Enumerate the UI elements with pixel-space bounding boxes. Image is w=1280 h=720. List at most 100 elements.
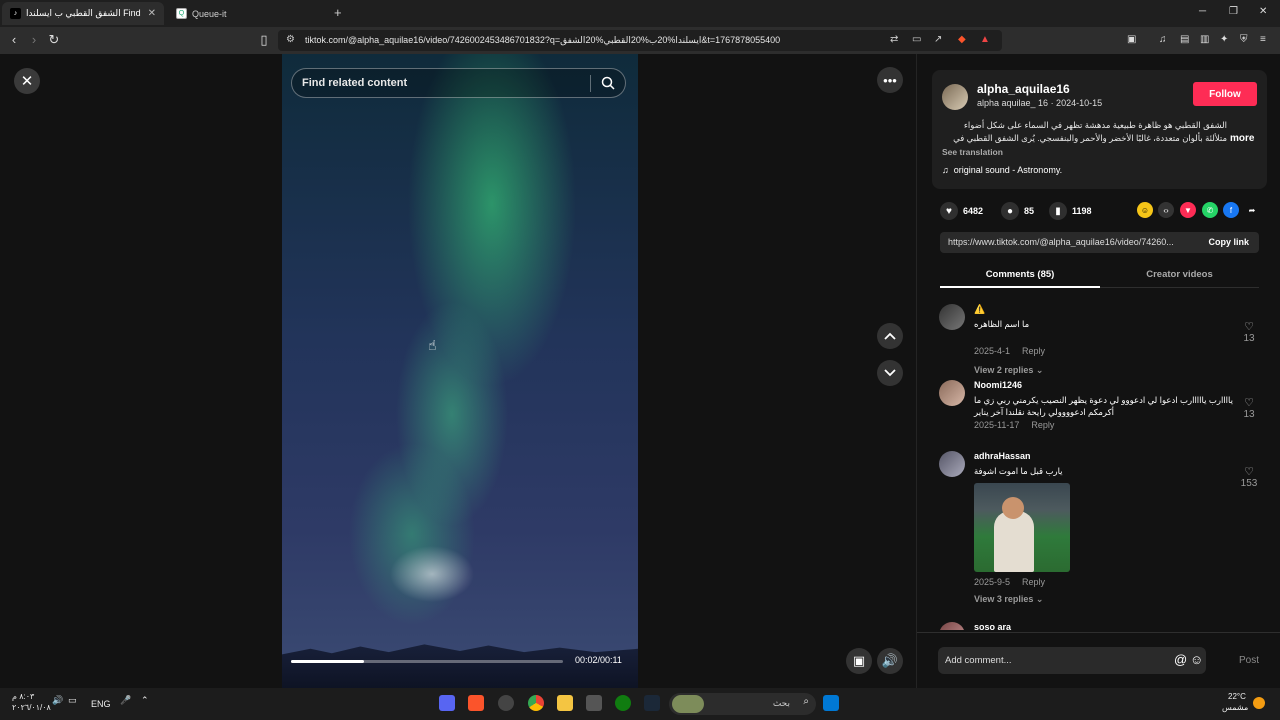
previous-video-button[interactable] (877, 323, 903, 349)
comment-author[interactable]: Noomi1246 (974, 380, 1022, 390)
video-link[interactable]: https://www.tiktok.com/@alpha_aquilae16/… (948, 237, 1193, 247)
embed-icon[interactable]: ‹› (1158, 202, 1174, 218)
video-progress-bar[interactable] (291, 660, 563, 663)
network-icon[interactable]: ▭ (68, 695, 77, 706)
forward-icon[interactable]: › (26, 32, 42, 47)
menu-icon[interactable]: ≡ (1260, 34, 1266, 45)
url-text: tiktok.com/@alpha_aquilae16/video/742600… (305, 35, 781, 45)
site-info-icon[interactable]: ⚙ (286, 34, 295, 45)
mini-player-icon[interactable]: ▣ (846, 648, 872, 674)
mention-icon[interactable]: @ (1174, 652, 1187, 667)
comment-like-button[interactable]: ♡ 153 (1239, 465, 1259, 489)
comment-author[interactable]: soso ara (974, 622, 1011, 630)
divider (590, 75, 591, 92)
media-icon[interactable]: ♫ (1159, 34, 1167, 45)
microphone-icon[interactable]: 🎤 (120, 695, 131, 706)
brave-rewards-icon[interactable]: ▲ (980, 34, 990, 45)
store-icon[interactable] (586, 695, 602, 711)
share-icon[interactable]: ↗ (934, 34, 942, 45)
close-video-button[interactable]: ✕ (14, 68, 40, 94)
follow-button[interactable]: Follow (1193, 82, 1257, 106)
comment-input[interactable]: Add comment... @ ☺ (938, 647, 1206, 674)
chrome-icon[interactable] (528, 695, 544, 711)
avatar[interactable] (942, 84, 968, 110)
back-icon[interactable]: ‹ (6, 32, 22, 47)
share-arrow-icon[interactable]: ➦ (1244, 202, 1260, 218)
repost-icon[interactable]: ▼ (1180, 202, 1196, 218)
plus-icon[interactable]: + (334, 5, 342, 20)
chevron-up-icon[interactable]: ⌃ (141, 695, 149, 706)
minimize-icon[interactable]: ─ (1199, 6, 1206, 17)
screenshot-icon[interactable]: ▣ (1127, 34, 1136, 45)
tab-queue-it[interactable]: Q Queue-it (168, 2, 328, 25)
translate-icon[interactable]: ⇄ (890, 34, 898, 45)
aurora-video[interactable] (282, 54, 638, 688)
brave-shield-icon[interactable]: ◆ (958, 34, 966, 45)
windows-start-icon[interactable] (823, 695, 839, 711)
more-options-icon[interactable]: ••• (877, 67, 903, 93)
weather-sun-icon[interactable] (1253, 697, 1265, 709)
emoji-icon[interactable]: ☺ (1190, 652, 1203, 667)
weather-desc[interactable]: مشمس (1222, 703, 1248, 712)
heart-icon: ♥ (940, 202, 958, 220)
weather-temp[interactable]: 22°C (1228, 692, 1246, 701)
volume-icon[interactable]: 🔊 (52, 695, 63, 706)
file-explorer-icon[interactable] (557, 695, 573, 711)
search-icon[interactable] (601, 76, 615, 95)
tab-tiktok[interactable]: ♪ الشفق القطبي ب ايسلندا Find ✕ (2, 2, 164, 25)
vpn-icon[interactable]: ⛨ (1240, 34, 1248, 45)
avatar[interactable] (939, 622, 965, 630)
comment-author[interactable]: adhraHassan (974, 451, 1031, 461)
comment-like-button[interactable]: ♡ 13 (1239, 396, 1259, 420)
xbox-icon[interactable] (615, 695, 631, 711)
avatar[interactable] (939, 304, 965, 330)
clock-date[interactable]: ٢٠٢٦/٠١/٠٨ (12, 703, 51, 712)
tab-comments[interactable]: Comments (85) (940, 269, 1100, 280)
view-replies-button[interactable]: View 2 replies ⌄ (974, 365, 1043, 376)
comment-button[interactable]: ● 85 (1001, 202, 1034, 220)
leo-icon[interactable]: ✦ (1220, 34, 1228, 45)
comment-author[interactable]: ⚠️ (974, 304, 985, 315)
see-translation-link[interactable]: See translation (942, 147, 1003, 157)
clock-time[interactable]: ٨:٠٣ م (12, 692, 34, 701)
avatar[interactable] (939, 451, 965, 477)
steam-icon[interactable] (644, 695, 660, 711)
author-username[interactable]: alpha_aquilae16 (977, 82, 1070, 96)
coin-icon[interactable]: ☺ (1137, 202, 1153, 218)
close-tab-icon[interactable]: ✕ (148, 8, 156, 19)
facebook-icon[interactable]: f (1223, 202, 1239, 218)
sound-title: original sound - Astronomy. (953, 165, 1063, 175)
post-button[interactable]: Post (1239, 655, 1259, 666)
avatar[interactable] (939, 380, 965, 406)
whatsapp-icon[interactable]: ✆ (1202, 202, 1218, 218)
reply-button[interactable]: Reply (1022, 346, 1045, 356)
address-bar[interactable]: ⚙ tiktok.com/@alpha_aquilae16/video/7426… (278, 30, 1002, 51)
related-search-input[interactable]: Find related content (291, 68, 626, 98)
comment-image[interactable] (974, 483, 1070, 572)
copy-link-button[interactable]: Copy link (1208, 237, 1249, 247)
save-button[interactable]: ▮ 1198 (1049, 202, 1092, 220)
brave-icon[interactable] (468, 695, 484, 711)
comment-like-button[interactable]: ♡ 13 (1239, 320, 1259, 344)
view-replies-button[interactable]: View 3 replies ⌄ (974, 594, 1043, 605)
sound-link[interactable]: ♫ original sound - Astronomy. (942, 165, 1062, 175)
wallet-icon[interactable]: ▥ (1200, 34, 1209, 45)
reply-button[interactable]: Reply (1022, 577, 1045, 587)
like-button[interactable]: ♥ 6482 (940, 202, 983, 220)
more-button[interactable]: more (1230, 133, 1254, 144)
volume-icon[interactable]: 🔊 (877, 648, 903, 674)
tab-creator-videos[interactable]: Creator videos (1100, 269, 1259, 280)
sidebar-icon[interactable]: ▤ (1180, 34, 1189, 45)
close-window-icon[interactable]: ✕ (1259, 6, 1267, 17)
restore-icon[interactable]: ❐ (1229, 6, 1238, 17)
github-icon[interactable] (498, 695, 514, 711)
language-indicator[interactable]: ENG (91, 699, 111, 709)
taskbar-search[interactable]: بحث ⌕ (669, 693, 816, 715)
bookmark-icon[interactable]: ▯ (256, 32, 272, 48)
cast-icon[interactable]: ▭ (912, 34, 921, 45)
next-video-button[interactable] (877, 360, 903, 386)
reload-icon[interactable]: ↻ (46, 32, 62, 48)
reply-button[interactable]: Reply (1031, 420, 1054, 430)
comment-like-count: 13 (1243, 409, 1255, 420)
discord-icon[interactable] (439, 695, 455, 711)
